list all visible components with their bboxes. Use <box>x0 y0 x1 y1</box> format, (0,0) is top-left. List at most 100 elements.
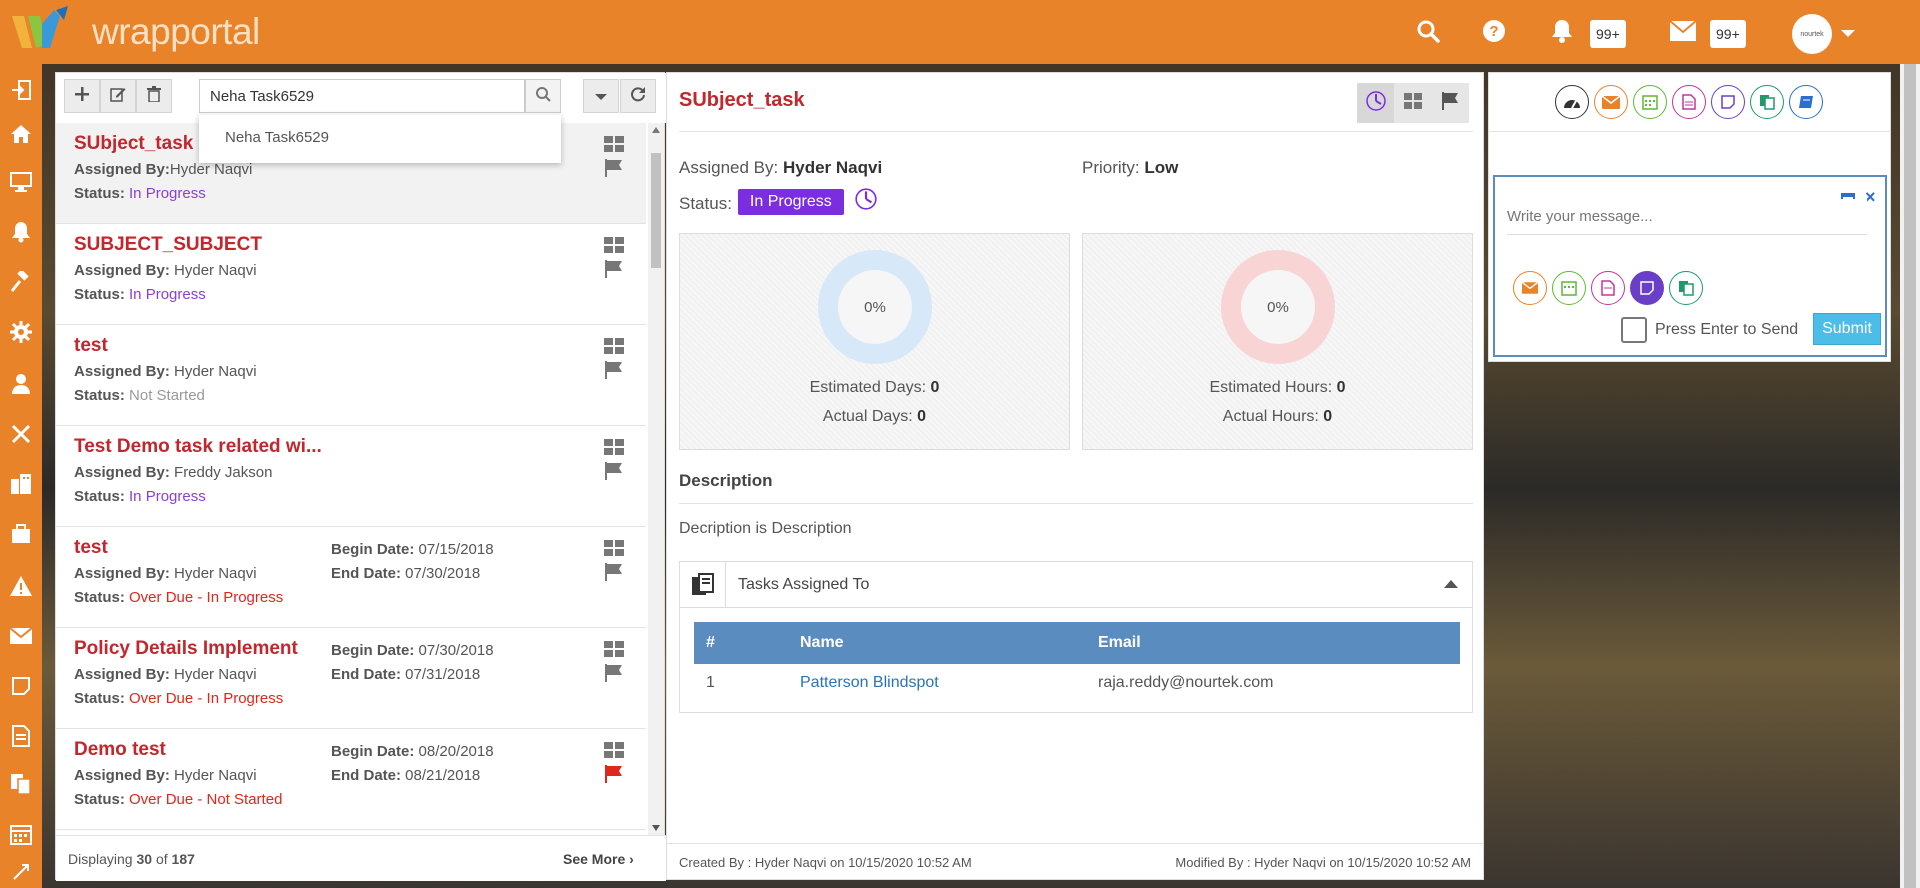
search-icon[interactable] <box>1411 14 1445 48</box>
gear-icon <box>10 321 32 347</box>
column-header[interactable]: Name <box>800 634 844 652</box>
list-item[interactable]: Test Demo task related wi... Assigned By… <box>56 426 646 527</box>
bell-icon[interactable] <box>1545 14 1579 48</box>
sidebar-item-inventory[interactable] <box>0 516 42 556</box>
task-title[interactable]: Policy Details Implement <box>74 638 298 660</box>
task-title[interactable]: test <box>74 537 108 559</box>
flag-icon[interactable] <box>604 260 624 278</box>
grid-icon[interactable] <box>604 439 624 457</box>
note-icon[interactable] <box>1630 271 1664 305</box>
sidebar-item-documents[interactable] <box>0 718 42 758</box>
page-scrollbar-thumb[interactable] <box>1904 64 1916 888</box>
filter-dropdown-button[interactable] <box>583 79 619 113</box>
sidebar-item-copies[interactable] <box>0 766 42 806</box>
progress-view-button[interactable] <box>1357 83 1394 123</box>
submit-button[interactable]: Submit <box>1813 313 1881 345</box>
grid-icon[interactable] <box>604 237 624 255</box>
dashboard-icon[interactable] <box>1555 85 1589 119</box>
task-title[interactable]: Test Demo task related wi... <box>74 436 322 458</box>
modified-by: Modified By : Hyder Naqvi on 10/15/2020 … <box>1175 855 1471 870</box>
sidebar-item-users[interactable] <box>0 366 42 406</box>
task-title[interactable]: SUBJECT_SUBJECT <box>74 234 262 256</box>
calendar-icon[interactable] <box>1633 85 1667 119</box>
envelope-icon[interactable] <box>1666 14 1700 48</box>
sidebar-item-notes[interactable] <box>0 668 42 708</box>
sidebar-item-buildings[interactable] <box>0 466 42 506</box>
sidebar-item-calendar[interactable] <box>0 816 42 856</box>
message-input[interactable] <box>1507 199 1867 235</box>
list-item[interactable]: SUBJECT_SUBJECT Assigned By: Hyder Naqvi… <box>56 224 646 325</box>
enter-to-send-label: Press Enter to Send <box>1655 321 1799 338</box>
see-more-link[interactable]: See More › <box>563 851 634 867</box>
document-icon[interactable] <box>1672 85 1706 119</box>
sidebar-item-mail[interactable] <box>0 618 42 658</box>
scrollbar-thumb[interactable] <box>651 153 661 268</box>
calendar-icon[interactable] <box>1552 271 1586 305</box>
scroll-down-icon[interactable] <box>652 825 660 831</box>
edit-button[interactable] <box>100 79 136 113</box>
email-icon[interactable] <box>1594 85 1628 119</box>
grid-icon[interactable] <box>604 540 624 558</box>
delete-button[interactable] <box>136 79 172 113</box>
status-badge: In Progress <box>737 188 844 215</box>
assignee-name-link[interactable]: Patterson Blindspot <box>800 674 939 692</box>
task-title[interactable]: Demo test <box>74 739 166 761</box>
grid-icon[interactable] <box>604 742 624 760</box>
list-item[interactable]: Policy Details Implement Assigned By: Hy… <box>56 628 646 729</box>
column-header[interactable]: # <box>706 634 715 652</box>
sidebar-item-signin[interactable] <box>0 72 42 112</box>
list-item[interactable]: test Assigned By: Hyder Naqvi Status: Ov… <box>56 527 646 628</box>
copy-icon[interactable] <box>1750 85 1784 119</box>
logo[interactable]: wrapportal <box>10 4 260 60</box>
flag-icon[interactable] <box>604 664 624 682</box>
grid-icon[interactable] <box>604 338 624 356</box>
sidebar-item-maintenance[interactable] <box>0 416 42 456</box>
book-icon[interactable] <box>1789 85 1823 119</box>
grid-icon[interactable] <box>604 136 624 154</box>
search-suggestion[interactable]: Neha Task6529 <box>199 115 561 163</box>
sidebar-item-alerts[interactable] <box>0 214 42 254</box>
grid-view-button[interactable] <box>1394 83 1431 123</box>
refresh-button[interactable] <box>620 79 656 113</box>
sidebar-item-home[interactable] <box>0 116 42 156</box>
search-button[interactable] <box>525 79 561 113</box>
task-title[interactable]: SUbject_task <box>74 133 193 155</box>
sidebar-item-expand[interactable] <box>0 854 42 888</box>
flag-icon[interactable] <box>604 563 624 581</box>
list-scrollbar[interactable] <box>648 123 664 835</box>
sidebar-item-settings[interactable] <box>0 314 42 354</box>
search-input[interactable]: Neha Task6529 <box>199 79 525 113</box>
flag-icon[interactable] <box>604 361 624 379</box>
grid-icon[interactable] <box>604 641 624 659</box>
flag-icon[interactable] <box>604 462 624 480</box>
flag-icon[interactable] <box>604 765 624 783</box>
days-card: 0% Estimated Days: 0 Actual Days: 0 <box>679 233 1070 450</box>
email-icon[interactable] <box>1513 271 1547 305</box>
sidebar-item-dashboard[interactable] <box>0 164 42 204</box>
list-item[interactable]: Demo test Assigned By: Hyder Naqvi Statu… <box>56 729 646 830</box>
note-icon[interactable] <box>1711 85 1745 119</box>
add-button[interactable] <box>64 79 100 113</box>
enter-to-send-checkbox[interactable] <box>1621 317 1647 343</box>
chevron-down-icon[interactable] <box>1838 18 1858 48</box>
task-assigned: Assigned By: Hyder Naqvi <box>74 565 257 582</box>
scroll-up-icon[interactable] <box>652 127 660 133</box>
notifications-badge[interactable]: 99+ <box>1590 20 1626 48</box>
page-scrollbar[interactable] <box>1900 64 1920 888</box>
sidebar-item-tools[interactable] <box>0 264 42 304</box>
flag-view-button[interactable] <box>1431 83 1468 123</box>
help-icon[interactable]: ? <box>1477 14 1511 48</box>
column-header[interactable]: Email <box>1098 634 1141 652</box>
task-title[interactable]: test <box>74 335 108 357</box>
copy-icon[interactable] <box>1669 271 1703 305</box>
document-icon[interactable] <box>1591 271 1625 305</box>
list-item[interactable]: test Assigned By: Hyder Naqvi Status: No… <box>56 325 646 426</box>
sidebar-item-warnings[interactable] <box>0 568 42 608</box>
avatar[interactable]: nourtek <box>1792 14 1832 54</box>
assigned-to-header[interactable]: Tasks Assigned To <box>680 562 1472 608</box>
chevron-up-icon[interactable] <box>1444 580 1458 588</box>
svg-text:?: ? <box>1489 23 1498 40</box>
flag-icon[interactable] <box>604 159 624 177</box>
messages-badge[interactable]: 99+ <box>1710 20 1746 48</box>
progress-icon[interactable] <box>854 187 878 216</box>
